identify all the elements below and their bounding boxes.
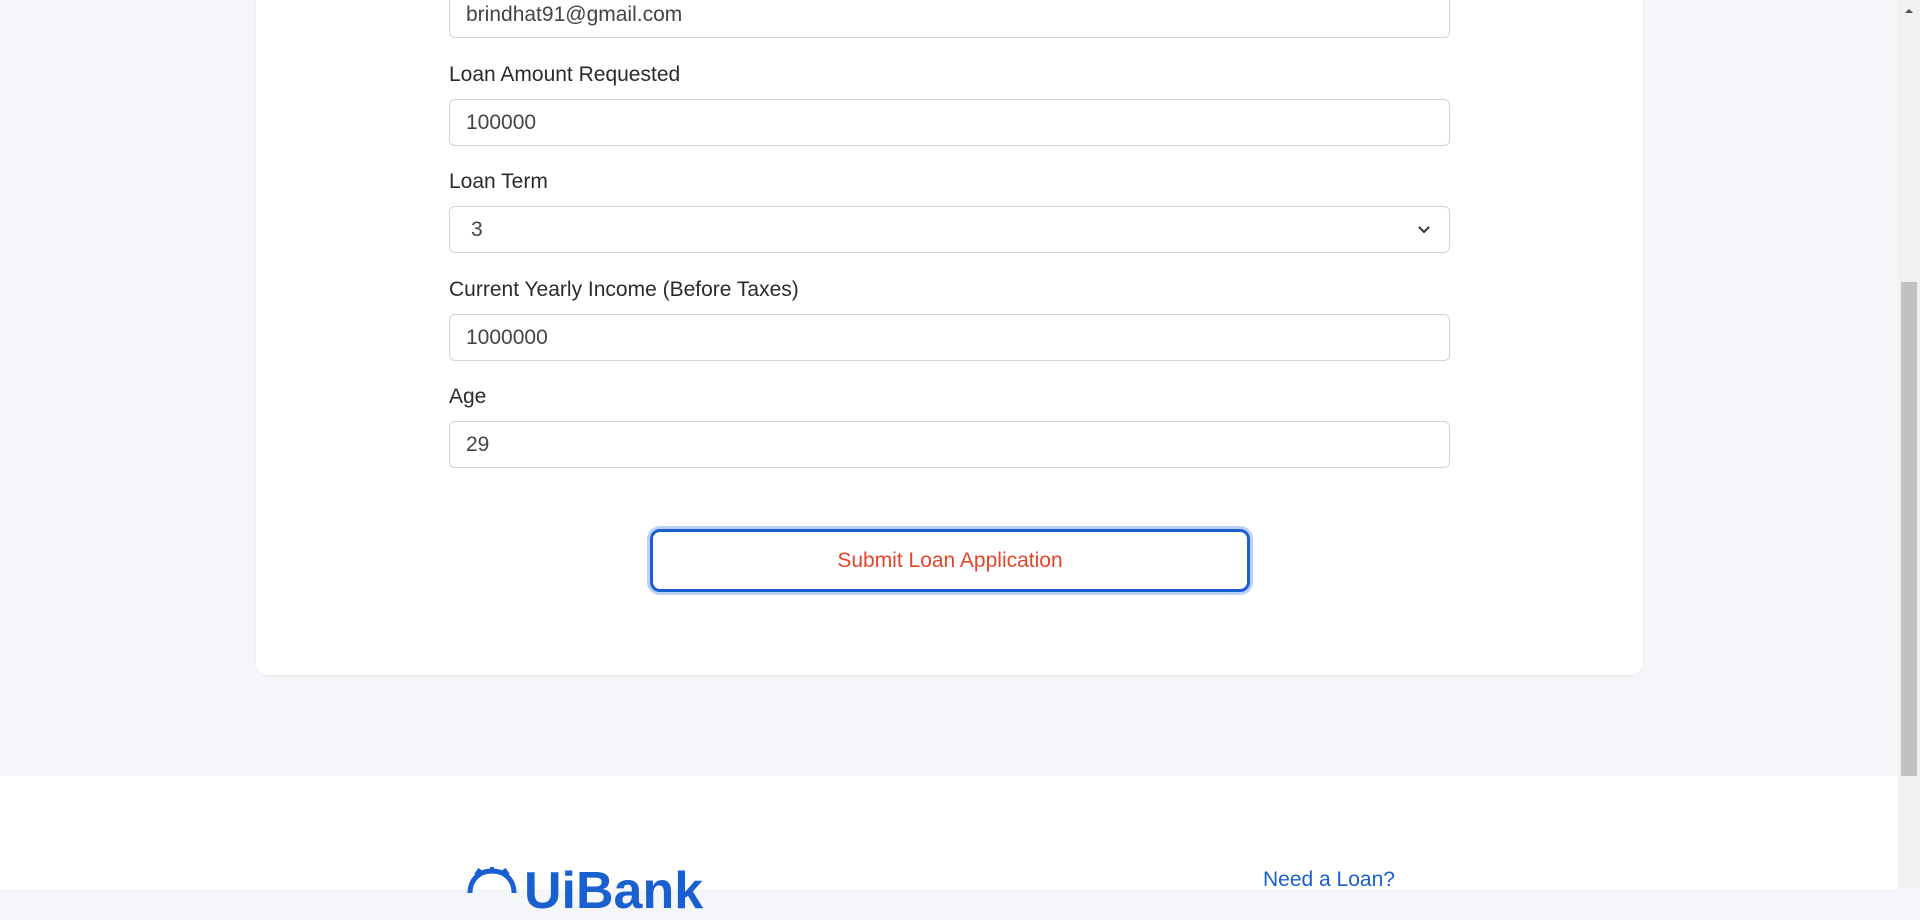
loan-term-label: Loan Term <box>449 170 548 193</box>
logo-icon <box>467 867 517 894</box>
age-label: Age <box>449 385 487 408</box>
need-a-loan-link[interactable]: Need a Loan? <box>1263 869 1395 890</box>
yearly-income-label: Current Yearly Income (Before Taxes) <box>449 278 799 301</box>
loan-amount-field[interactable]: 100000 <box>449 99 1450 146</box>
email-value: brindhat91@gmail.com <box>466 2 683 26</box>
footer <box>0 776 1898 889</box>
yearly-income-value: 1000000 <box>466 325 548 349</box>
email-field[interactable]: brindhat91@gmail.com <box>449 0 1450 38</box>
footer-logo[interactable]: UiBank <box>466 865 703 917</box>
logo-text: UiBank <box>524 862 704 920</box>
chevron-down-icon <box>1415 221 1433 239</box>
loan-term-select[interactable]: 3 <box>449 206 1450 253</box>
loan-amount-value: 100000 <box>466 110 537 134</box>
yearly-income-field[interactable]: 1000000 <box>449 314 1450 361</box>
loan-term-value: 3 <box>471 217 483 241</box>
page-scrollbar[interactable] <box>1898 0 1920 889</box>
age-value: 29 <box>466 432 490 456</box>
submit-label: Submit Loan Application <box>837 548 1063 572</box>
submit-loan-application-button[interactable]: Submit Loan Application <box>650 529 1250 592</box>
loan-amount-label: Loan Amount Requested <box>449 63 681 86</box>
age-field[interactable]: 29 <box>449 421 1450 468</box>
scroll-thumb[interactable] <box>1901 282 1917 776</box>
scroll-up-arrow-icon[interactable] <box>1898 0 1920 22</box>
